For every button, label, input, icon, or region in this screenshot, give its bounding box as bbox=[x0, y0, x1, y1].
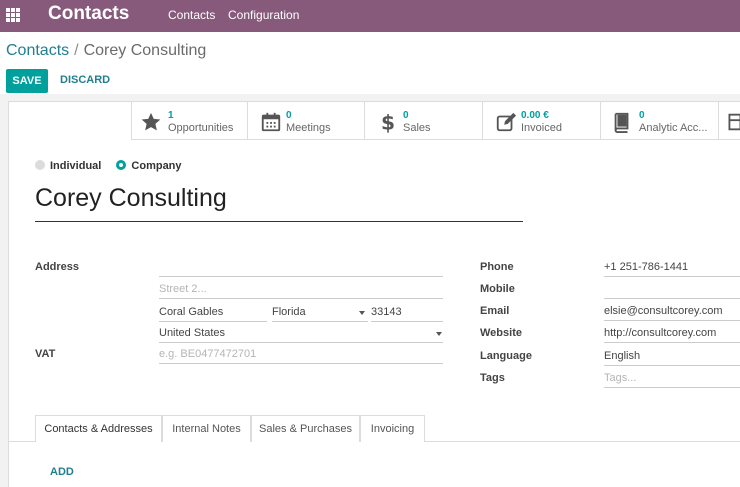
website-field[interactable]: http://consultcorey.com bbox=[604, 323, 740, 343]
city-field[interactable]: Coral Gables bbox=[159, 302, 267, 322]
analytic-accounts-button[interactable]: 0 Analytic Acc... bbox=[600, 102, 718, 139]
smart-buttons-bar: 1 Opportunities 0 Meetings $ 0 Sales 0.0… bbox=[131, 102, 740, 140]
vat-label: VAT bbox=[35, 348, 56, 360]
tags-field[interactable]: Tags... bbox=[604, 368, 740, 388]
invoiced-button[interactable]: 0.00 € Invoiced bbox=[482, 102, 600, 139]
save-button[interactable]: SAVE bbox=[6, 69, 48, 93]
meetings-count: 0 bbox=[286, 110, 292, 121]
opportunities-count: 1 bbox=[168, 110, 174, 121]
company-type-selector: Individual Company bbox=[35, 160, 194, 172]
language-label: Language bbox=[480, 350, 532, 362]
breadcrumb-current: Corey Consulting bbox=[83, 42, 207, 59]
language-field[interactable]: English bbox=[604, 346, 740, 366]
apps-grid-icon[interactable] bbox=[6, 8, 20, 22]
street2-field[interactable]: Street 2... bbox=[159, 279, 443, 299]
opportunities-button[interactable]: 1 Opportunities bbox=[131, 102, 247, 139]
tab-internal-notes[interactable]: Internal Notes bbox=[162, 415, 251, 442]
street-field[interactable] bbox=[159, 257, 443, 277]
app-title: Contacts bbox=[48, 3, 130, 24]
analytic-accounts-count: 0 bbox=[639, 110, 645, 121]
control-panel: Contacts / Corey Consulting SAVE DISCARD bbox=[0, 32, 740, 94]
website-label: Website bbox=[480, 327, 522, 339]
calendar-icon bbox=[261, 112, 281, 132]
tab-invoicing[interactable]: Invoicing bbox=[360, 415, 425, 442]
document-icon bbox=[728, 113, 740, 131]
top-navbar: Contacts Contacts Configuration bbox=[0, 0, 740, 32]
individual-label[interactable]: Individual bbox=[50, 160, 101, 172]
invoiced-amount: 0.00 € bbox=[521, 110, 549, 121]
meetings-label: Meetings bbox=[286, 122, 331, 134]
sales-button[interactable]: $ 0 Sales bbox=[364, 102, 482, 139]
vat-field[interactable]: e.g. BE0477472701 bbox=[159, 344, 443, 364]
state-field[interactable]: Florida bbox=[272, 302, 368, 322]
address-label: Address bbox=[35, 261, 80, 273]
zip-field[interactable]: 33143 bbox=[371, 302, 443, 322]
tags-label: Tags bbox=[480, 372, 505, 384]
menu-configuration[interactable]: Configuration bbox=[228, 8, 299, 22]
meetings-button[interactable]: 0 Meetings bbox=[247, 102, 364, 139]
more-smart-button[interactable] bbox=[718, 102, 740, 139]
dollar-icon: $ bbox=[381, 111, 395, 133]
svg-text:$: $ bbox=[381, 111, 395, 133]
country-field[interactable]: United States bbox=[159, 323, 443, 343]
partner-name-field[interactable]: Corey Consulting bbox=[35, 184, 523, 222]
mobile-field[interactable] bbox=[604, 279, 740, 299]
analytic-accounts-label: Analytic Acc... bbox=[639, 122, 708, 134]
opportunities-label: Opportunities bbox=[168, 122, 234, 134]
discard-button[interactable]: DISCARD bbox=[60, 74, 110, 86]
breadcrumb-contacts-link[interactable]: Contacts bbox=[6, 42, 69, 59]
tab-contacts-addresses[interactable]: Contacts & Addresses bbox=[35, 415, 162, 442]
add-contact-button[interactable]: ADD bbox=[50, 466, 74, 478]
breadcrumb-separator: / bbox=[74, 42, 79, 59]
individual-radio[interactable] bbox=[35, 160, 45, 170]
state-dropdown-caret[interactable] bbox=[359, 311, 365, 315]
country-dropdown-caret[interactable] bbox=[436, 332, 442, 336]
email-label: Email bbox=[480, 305, 510, 317]
menu-contacts[interactable]: Contacts bbox=[168, 8, 215, 22]
phone-label: Phone bbox=[480, 261, 514, 273]
sales-count: 0 bbox=[403, 110, 409, 121]
book-icon bbox=[614, 112, 629, 133]
company-label[interactable]: Company bbox=[131, 160, 181, 172]
form-sheet: 1 Opportunities 0 Meetings $ 0 Sales 0.0… bbox=[8, 101, 740, 487]
sales-label: Sales bbox=[403, 122, 431, 134]
invoiced-label: Invoiced bbox=[521, 122, 562, 134]
star-icon bbox=[141, 112, 161, 131]
pencil-square-icon bbox=[496, 112, 517, 132]
phone-field[interactable]: +1 251-786-1441 bbox=[604, 257, 740, 277]
email-field[interactable]: elsie@consultcorey.com bbox=[604, 301, 740, 321]
tab-sales-purchases[interactable]: Sales & Purchases bbox=[251, 415, 360, 442]
company-radio[interactable] bbox=[116, 160, 127, 170]
mobile-label: Mobile bbox=[480, 283, 515, 295]
breadcrumb: Contacts / Corey Consulting bbox=[6, 42, 206, 60]
